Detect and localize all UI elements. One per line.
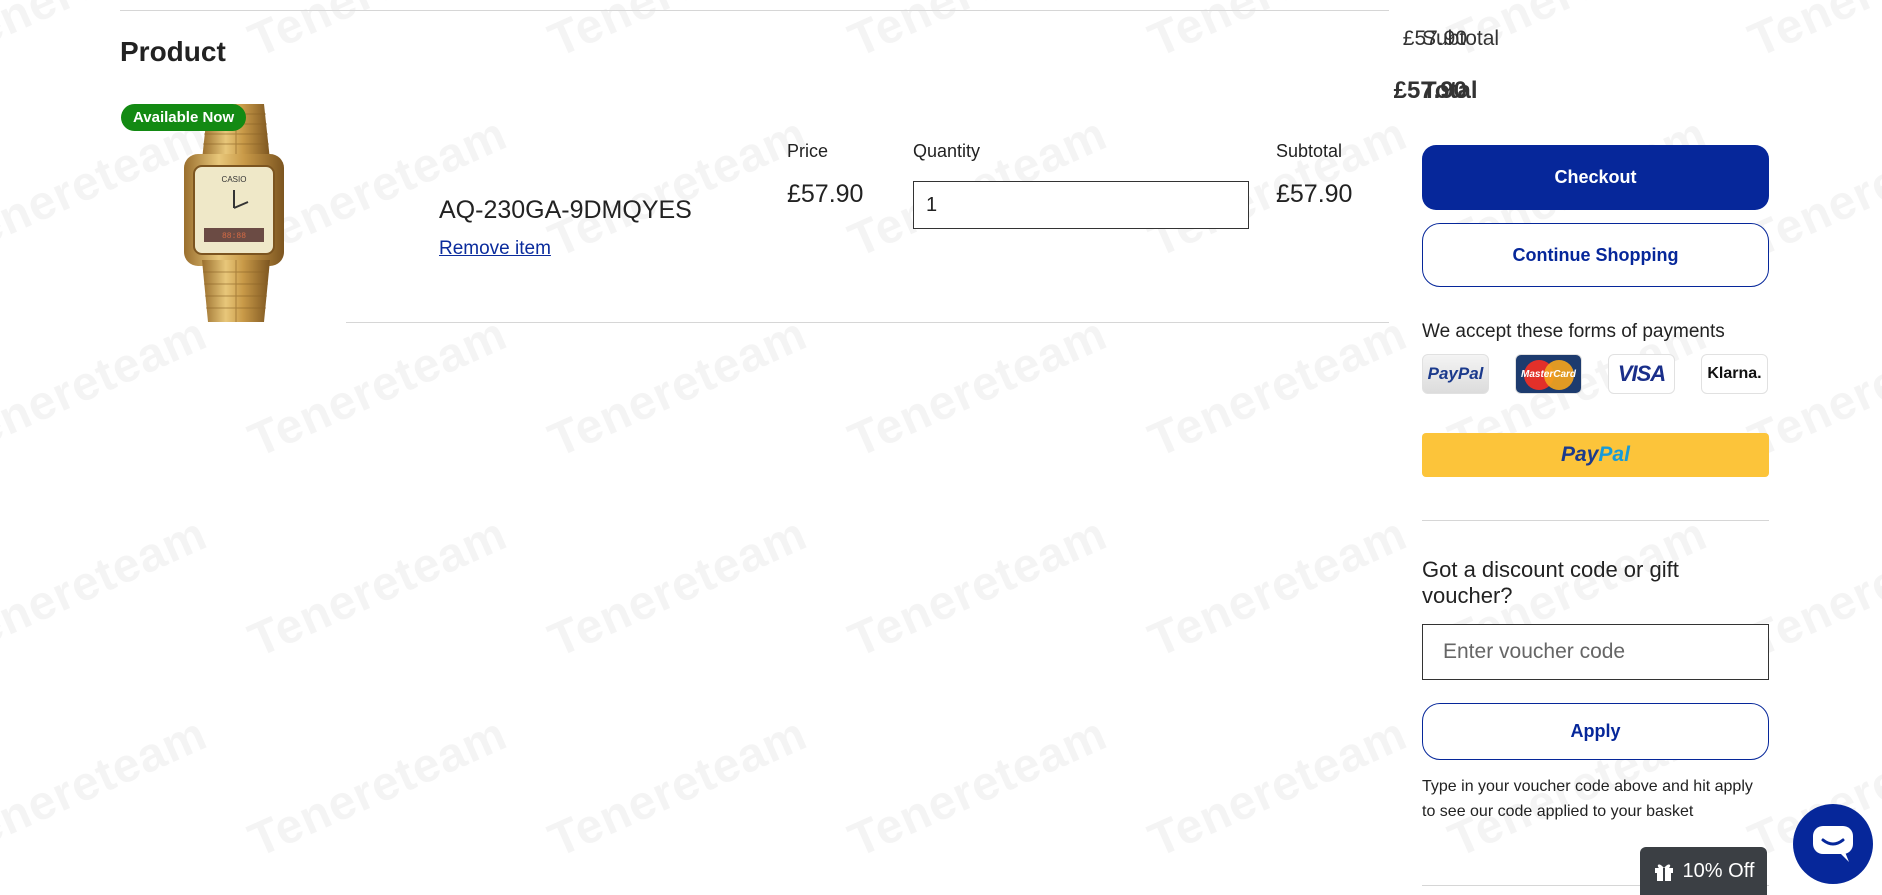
paypal-checkout-button[interactable]: PayPal bbox=[1422, 433, 1769, 477]
watermark-text: Tenereteam bbox=[1141, 306, 1415, 468]
watermark-text: Tenereteam bbox=[241, 306, 515, 468]
voucher-code-input[interactable] bbox=[1422, 624, 1769, 680]
watermark-text: Tenereteam bbox=[0, 506, 215, 668]
discount-promo-button[interactable]: 10% Off bbox=[1640, 847, 1767, 895]
paypal-button-text-pay: Pay bbox=[1561, 443, 1599, 466]
watermark-text: Tenereteam bbox=[841, 306, 1115, 468]
payment-methods-heading: We accept these forms of payments bbox=[1422, 321, 1725, 342]
gift-icon bbox=[1654, 864, 1673, 881]
watermark-text: Tenereteam bbox=[541, 106, 815, 268]
price-value: £57.90 bbox=[787, 180, 864, 208]
discount-heading: Got a discount code or gift voucher? bbox=[1422, 557, 1679, 608]
chat-launcher-button[interactable] bbox=[1793, 804, 1873, 884]
item-divider bbox=[346, 322, 1389, 323]
voucher-help-text: Type in your voucher code above and hit … bbox=[1422, 778, 1753, 820]
mastercard-logo-icon: MasterCard bbox=[1515, 354, 1582, 394]
watermark-text: Tenereteam bbox=[841, 706, 1115, 868]
availability-badge: Available Now bbox=[121, 104, 247, 131]
watermark-text: Tenereteam bbox=[1741, 0, 1882, 69]
visa-logo-icon: VISA bbox=[1608, 354, 1675, 394]
watermark-text: Tenereteam bbox=[541, 506, 815, 668]
payment-logos: PayPal MasterCard VISA Klarna. bbox=[1422, 354, 1768, 394]
summary-total-value: £57.90 bbox=[1393, 77, 1467, 104]
svg-text:CASIO: CASIO bbox=[222, 175, 247, 184]
product-column-heading: Product bbox=[120, 36, 226, 67]
watermark-text: Tenereteam bbox=[541, 706, 815, 868]
watermark-text: Tenereteam bbox=[541, 306, 815, 468]
klarna-logo-icon: Klarna. bbox=[1701, 354, 1768, 394]
watermark-text: Tenereteam bbox=[1141, 706, 1415, 868]
watermark-text: Tenereteam bbox=[1141, 506, 1415, 668]
paypal-logo-icon: PayPal bbox=[1422, 354, 1489, 394]
promo-label: 10% Off bbox=[1682, 859, 1755, 882]
item-subtotal-value: £57.90 bbox=[1276, 180, 1353, 208]
checkout-button[interactable]: Checkout bbox=[1422, 145, 1769, 210]
watermark-text: Tenereteam bbox=[241, 506, 515, 668]
quantity-label: Quantity bbox=[913, 141, 981, 161]
summary-divider bbox=[1422, 520, 1769, 521]
product-image[interactable]: CASIO 88:88 bbox=[178, 104, 290, 322]
watermark-text: Tenereteam bbox=[0, 706, 215, 868]
mastercard-logo-text: MasterCard bbox=[1520, 368, 1577, 380]
watermark-text: Tenereteam bbox=[0, 306, 215, 468]
top-divider bbox=[120, 10, 1389, 11]
watermark-text: Tenereteam bbox=[241, 706, 515, 868]
remove-item-link[interactable]: Remove item bbox=[439, 238, 551, 260]
paypal-button-text-pal: Pal bbox=[1598, 443, 1630, 466]
item-subtotal-label: Subtotal bbox=[1276, 141, 1343, 161]
quantity-input[interactable] bbox=[913, 181, 1249, 229]
continue-shopping-button[interactable]: Continue Shopping bbox=[1422, 223, 1769, 287]
product-code[interactable]: AQ-230GA-9DMQYES bbox=[439, 196, 692, 225]
summary-subtotal-value: £57.90 bbox=[1402, 27, 1467, 50]
price-label: Price bbox=[787, 141, 829, 161]
watermark-text: Tenereteam bbox=[841, 506, 1115, 668]
chat-icon bbox=[1813, 826, 1853, 862]
svg-text:88:88: 88:88 bbox=[222, 232, 246, 241]
apply-voucher-button[interactable]: Apply bbox=[1422, 703, 1769, 760]
